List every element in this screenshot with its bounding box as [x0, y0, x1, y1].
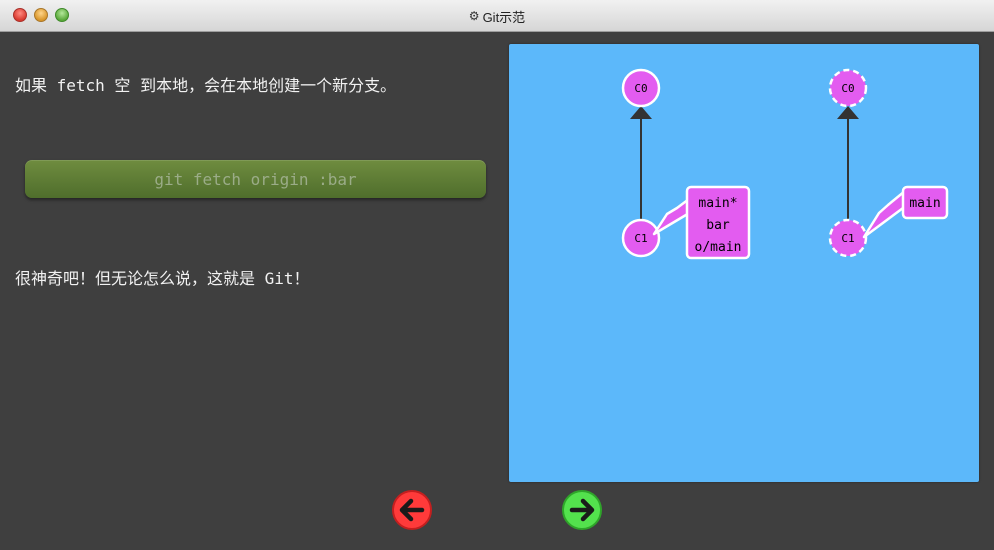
branch-tag-remote[interactable]: main — [862, 185, 949, 239]
back-button[interactable] — [392, 490, 432, 530]
edge-arrowhead-remote — [837, 106, 859, 119]
local-repo-graph: C0 C1 main* bar o/main — [621, 68, 751, 260]
commit-label-remote-c1: C1 — [841, 232, 854, 245]
title-bar: ⚙ Git示范 — [0, 0, 994, 32]
window-title: Git示范 — [482, 9, 526, 25]
remote-repo-graph: C0 C1 main — [828, 68, 949, 258]
instruction-text-2: 很神奇吧！但无论怎么说，这就是 Git！ — [15, 269, 310, 288]
commit-label-local-c1: C1 — [634, 232, 647, 245]
branch-tag-local[interactable]: main* bar o/main — [652, 185, 751, 260]
commit-node-local-c1[interactable]: C1 — [621, 218, 661, 258]
app-window: ⚙ Git示范 如果 fetch 空 到本地，会在本地创建一个新分支。 git … — [0, 0, 994, 550]
commit-label-local-c0: C0 — [634, 82, 647, 95]
command-button[interactable]: git fetch origin :bar — [25, 160, 486, 198]
commit-label-remote-c0: C0 — [841, 82, 854, 95]
window-title-wrap: ⚙ Git示范 — [0, 0, 994, 32]
arrow-right-icon — [569, 498, 595, 522]
commit-node-local-c0[interactable]: C0 — [621, 68, 661, 108]
commit-node-remote-c1[interactable]: C1 — [828, 218, 868, 258]
branch-label-o-main: o/main — [695, 240, 742, 255]
edge-arrowhead-local — [630, 106, 652, 119]
branch-label-bar: bar — [706, 218, 730, 233]
forward-button[interactable] — [562, 490, 602, 530]
arrow-left-icon — [399, 498, 425, 522]
branch-label-main-star: main* — [698, 196, 737, 211]
branch-label-remote-main: main — [909, 196, 940, 211]
commit-node-remote-c0[interactable]: C0 — [828, 68, 868, 108]
instruction-panel: 如果 fetch 空 到本地，会在本地创建一个新分支。 git fetch or… — [0, 32, 500, 550]
git-visualization-canvas: C0 C1 main* bar o/main C0 C1 main — [509, 44, 979, 482]
git-graph-svg: C0 C1 main* bar o/main C0 C1 main — [621, 68, 949, 260]
gear-icon: ⚙ — [468, 9, 480, 23]
instruction-text-1: 如果 fetch 空 到本地，会在本地创建一个新分支。 — [15, 76, 397, 95]
